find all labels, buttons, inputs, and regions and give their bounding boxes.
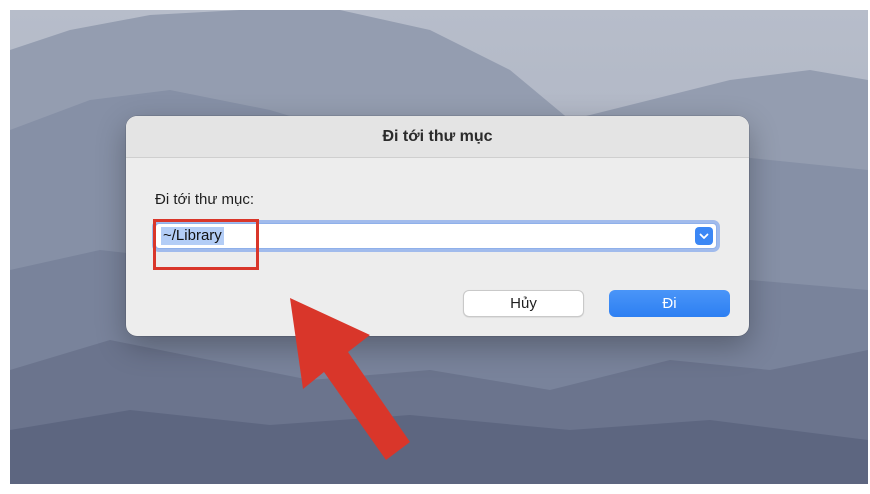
path-history-dropdown-button[interactable]: [695, 227, 713, 245]
go-button[interactable]: Đi: [609, 290, 730, 317]
folder-prompt-label: Đi tới thư mục:: [155, 191, 255, 208]
cancel-button[interactable]: Hủy: [463, 290, 584, 317]
dialog-titlebar: Đi tới thư mục: [126, 116, 749, 158]
screenshot-frame: Đi tới thư mục Đi tới thư mục: ~/Library…: [0, 0, 870, 494]
arrow-up-left-icon: [290, 298, 410, 460]
chevron-down-icon: [699, 233, 709, 239]
dialog-title: Đi tới thư mục: [382, 128, 493, 145]
annotation-highlight-box: [153, 219, 259, 270]
